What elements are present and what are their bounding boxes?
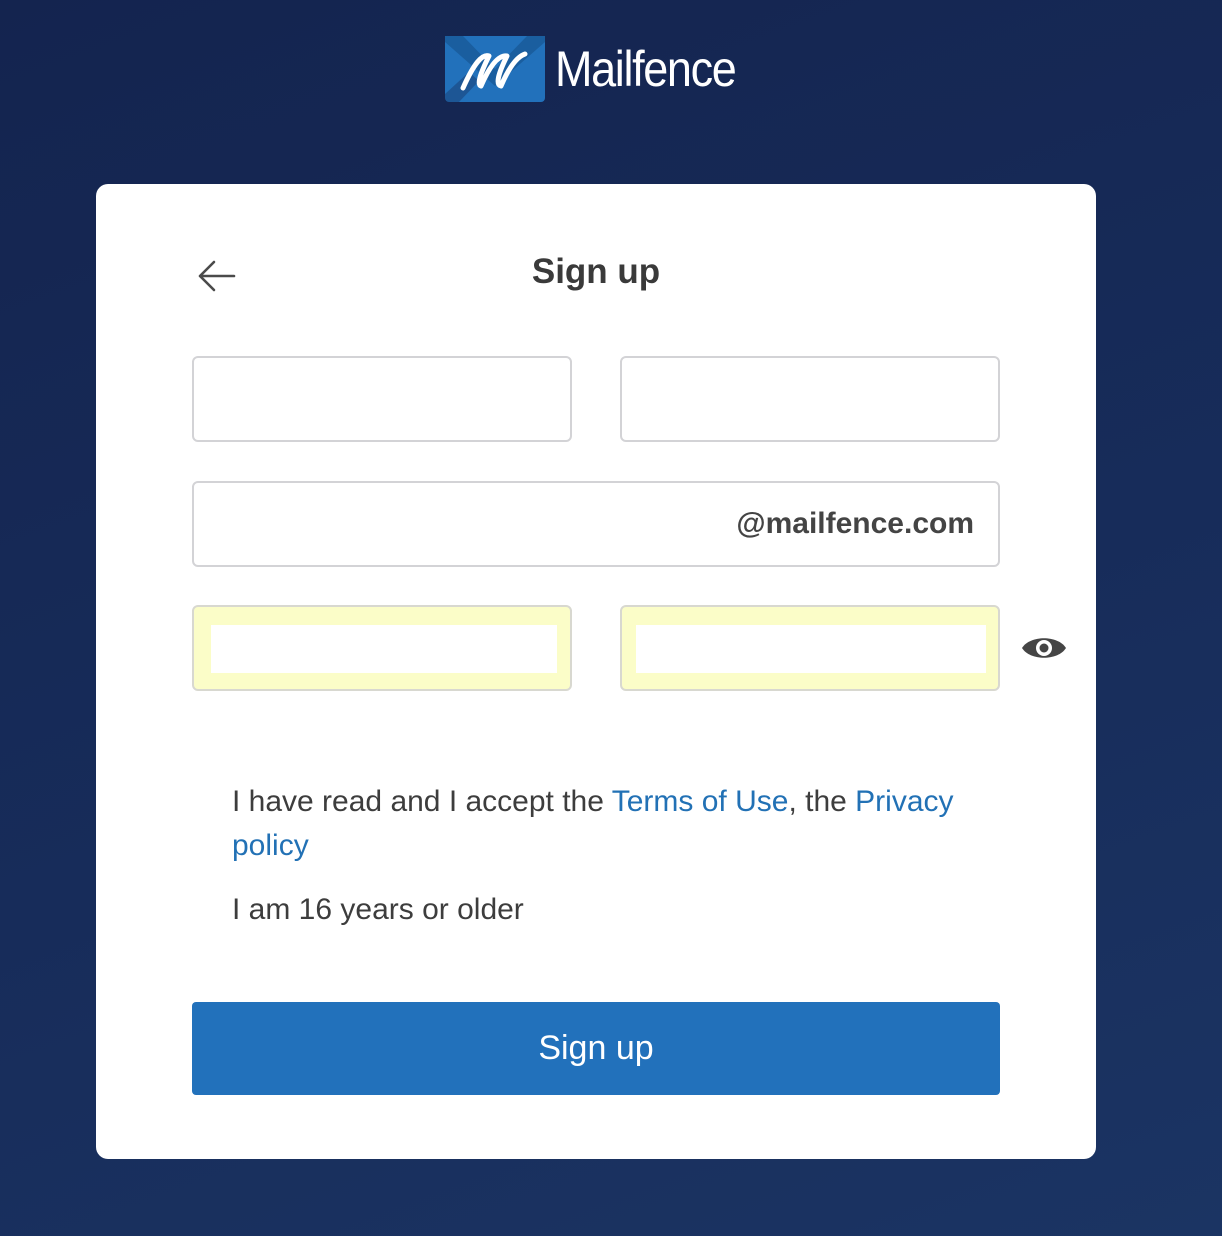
mailfence-logo[interactable]: Mailfence [445, 36, 756, 102]
confirm-password-field[interactable] [620, 605, 1000, 691]
last-name-input[interactable] [622, 358, 998, 440]
brand-name: Mailfence [555, 41, 737, 97]
terms-of-use-link[interactable]: Terms of Use [612, 785, 789, 818]
terms-statement: I have read and I accept the Terms of Us… [232, 780, 992, 868]
password-input[interactable] [211, 625, 557, 673]
page-title: Sign up [531, 252, 661, 291]
confirm-password-autofill-area [636, 625, 986, 673]
first-name-field[interactable] [192, 356, 572, 442]
first-name-input[interactable] [194, 358, 570, 440]
mailfence-logo-icon [445, 36, 545, 102]
password-autofill-area [211, 625, 557, 673]
eye-icon [1022, 638, 1066, 658]
sign-up-button[interactable]: Sign up [192, 1002, 1000, 1095]
show-password-button[interactable] [1020, 630, 1068, 666]
email-domain-suffix: @mailfence.com [736, 507, 974, 540]
header: Mailfence [0, 0, 1222, 150]
terms-middle: , the [788, 785, 856, 818]
email-address-field[interactable]: @mailfence.com [192, 481, 1000, 567]
confirm-password-input[interactable] [636, 625, 986, 673]
signup-card: Sign up @mailfence.com I have read and I… [96, 184, 1096, 1159]
last-name-field[interactable] [620, 356, 1000, 442]
age-statement: I am 16 years or older [232, 893, 524, 926]
terms-prefix: I have read and I accept the [232, 785, 612, 818]
password-field[interactable] [192, 605, 572, 691]
